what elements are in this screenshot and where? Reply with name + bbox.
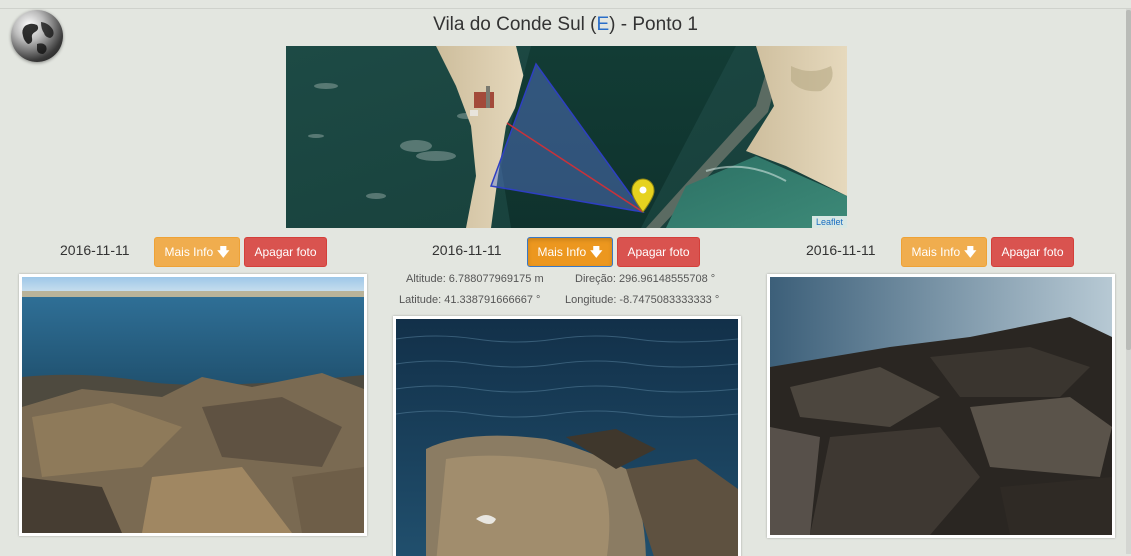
arrow-down-icon: 🡇 <box>217 245 230 259</box>
delete-photo-label: Apagar foto <box>627 245 690 259</box>
title-suffix: ) - Ponto 1 <box>609 14 698 35</box>
more-info-button[interactable]: Mais Info 🡇 <box>154 237 240 267</box>
page-title: Vila do Conde Sul (E) - Ponto 1 <box>0 14 1131 36</box>
top-divider <box>0 8 1131 9</box>
altitude-text: Altitude: 6.788077969175 m <box>406 273 544 285</box>
photo-image[interactable] <box>767 274 1115 538</box>
scrollbar-thumb[interactable] <box>1126 10 1131 350</box>
photo-date: 2016-11-11 <box>432 242 502 258</box>
photo-image[interactable] <box>19 274 367 536</box>
photo-image[interactable] <box>393 316 741 556</box>
more-info-button[interactable]: Mais Info 🡇 <box>901 237 987 267</box>
arrow-down-icon: 🡇 <box>590 245 603 259</box>
more-info-label: Mais Info <box>164 245 214 259</box>
longitude-text: Longitude: -8.7475083333333 ° <box>565 294 720 306</box>
more-info-label: Mais Info <box>911 245 961 259</box>
photo-date: 2016-11-11 <box>806 242 876 258</box>
more-info-label: Mais Info <box>537 245 587 259</box>
photo-date: 2016-11-11 <box>60 242 130 258</box>
direction-link[interactable]: E <box>596 14 609 35</box>
delete-photo-button[interactable]: Apagar foto <box>991 237 1074 267</box>
satellite-map[interactable]: Leaflet <box>286 46 847 228</box>
delete-photo-label: Apagar foto <box>254 245 317 259</box>
title-prefix: Vila do Conde Sul ( <box>433 14 597 35</box>
page: Vila do Conde Sul (E) - Ponto 1 Leaflet … <box>0 0 1131 556</box>
delete-photo-button[interactable]: Apagar foto <box>244 237 327 267</box>
delete-photo-label: Apagar foto <box>1001 245 1064 259</box>
leaflet-attribution[interactable]: Leaflet <box>811 216 847 228</box>
direction-text: Direção: 296.96148555708 ° <box>575 273 716 285</box>
arrow-down-icon: 🡇 <box>964 245 977 259</box>
delete-photo-button[interactable]: Apagar foto <box>617 237 700 267</box>
latitude-text: Latitude: 41.338791666667 ° <box>399 294 541 306</box>
more-info-button[interactable]: Mais Info 🡇 <box>527 237 613 267</box>
